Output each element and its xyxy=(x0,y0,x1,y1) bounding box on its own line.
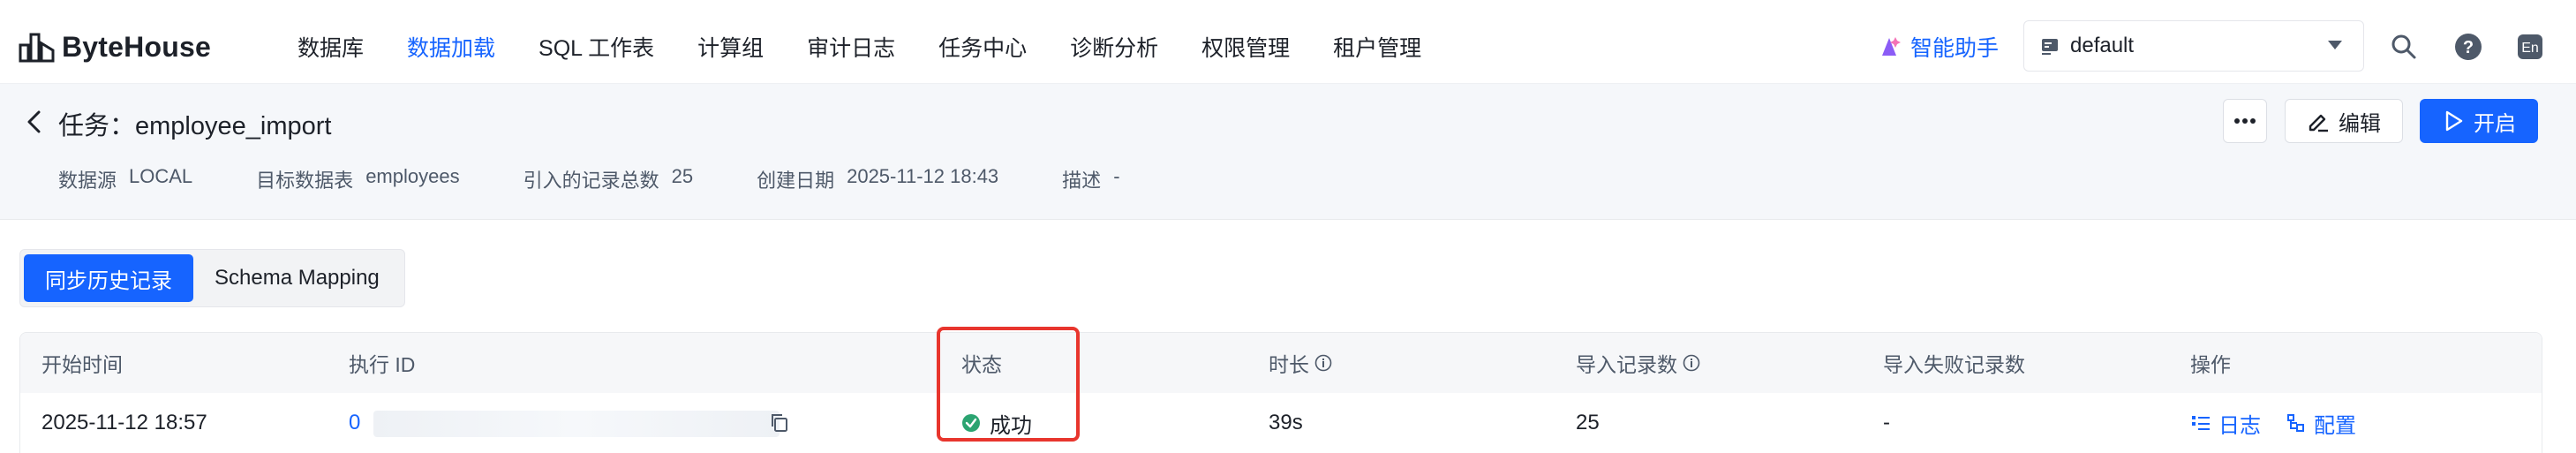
database-select[interactable]: default xyxy=(2023,20,2364,72)
copy-icon[interactable] xyxy=(769,412,790,434)
column-header-label: 状态 xyxy=(961,353,1002,376)
task-meta: 数据源 LOCAL 目标数据表 employees 引入的记录总数 25 创建日… xyxy=(58,165,1184,193)
nav-item-database[interactable]: 数据库 xyxy=(298,31,364,63)
search-button[interactable] xyxy=(2387,30,2421,64)
language-icon: En xyxy=(2518,34,2542,59)
column-header-failed: 导入失败记录数 xyxy=(1883,333,2025,393)
bytehouse-logo-icon xyxy=(19,33,55,63)
column-header-status: 状态 xyxy=(961,333,1002,393)
more-actions-button[interactable] xyxy=(2223,99,2267,143)
meta-target-label: 目标数据表 xyxy=(256,170,354,192)
status-badge: 成功 xyxy=(990,413,1032,438)
help-glyph: ? xyxy=(2463,38,2474,57)
column-header-label: 开始时间 xyxy=(41,353,123,376)
chevron-down-icon xyxy=(2328,41,2342,49)
column-header-operations: 操作 xyxy=(2190,333,2231,393)
info-icon[interactable] xyxy=(1314,354,1332,372)
cell-failed: - xyxy=(1883,411,1890,434)
language-label: En xyxy=(2521,41,2539,56)
nav-item-compute-group[interactable]: 计算组 xyxy=(697,31,764,63)
language-button[interactable]: En xyxy=(2513,30,2547,64)
meta-created-label: 创建日期 xyxy=(757,170,835,192)
cell-exec-id[interactable]: 0 xyxy=(349,393,360,453)
nav-item-task-center[interactable]: 任务中心 xyxy=(938,31,1027,63)
exec-id-redaction xyxy=(373,411,780,437)
ai-assistant-button[interactable]: 智能助手 xyxy=(1877,28,1999,65)
table-header: 开始时间 执行 ID 状态 时长 导入记录数 导入失败记录数 操作 xyxy=(20,333,2542,393)
cell-status: 成功 xyxy=(961,393,1032,453)
start-button-label: 开启 xyxy=(2474,111,2516,136)
log-icon xyxy=(2192,416,2210,430)
tab-sync-history[interactable]: 同步历史记录 xyxy=(24,254,193,302)
cell-imported: 25 xyxy=(1576,411,1600,434)
edit-button-label: 编辑 xyxy=(2339,111,2381,136)
nav-item-diagnostics[interactable]: 诊断分析 xyxy=(1070,31,1158,63)
task-header: 任务：employee_import 数据源 LOCAL 目标数据表 emplo… xyxy=(0,84,2576,220)
column-header-label: 导入记录数 xyxy=(1576,353,1677,376)
database-select-value: default xyxy=(2070,34,2135,57)
column-header-start-time: 开始时间 xyxy=(41,333,123,393)
column-header-label: 执行 ID xyxy=(349,353,416,376)
ai-assistant-label: 智能助手 xyxy=(1910,36,2000,61)
page-title: 任务：employee_import xyxy=(58,112,332,140)
view-log-link[interactable]: 日志 xyxy=(2190,408,2261,439)
database-icon xyxy=(2042,39,2058,55)
view-log-label: 日志 xyxy=(2218,413,2261,438)
meta-target-value: employees xyxy=(365,165,460,187)
cell-operations: 日志 配置 xyxy=(2190,393,2381,453)
info-icon[interactable] xyxy=(1683,354,1700,372)
cell-start-time: 2025-11-12 18:57 xyxy=(41,411,207,434)
bytehouse-logo[interactable]: ByteHouse xyxy=(18,26,211,67)
back-arrow-icon[interactable] xyxy=(21,109,48,135)
nav-item-permissions[interactable]: 权限管理 xyxy=(1201,31,1290,63)
help-button[interactable]: ? xyxy=(2452,30,2485,64)
meta-source-label: 数据源 xyxy=(58,170,117,192)
sync-history-table: 开始时间 执行 ID 状态 时长 导入记录数 导入失败记录数 操作 2025-1… xyxy=(19,332,2542,453)
column-header-label: 导入失败记录数 xyxy=(1883,353,2025,376)
column-header-exec-id: 执行 ID xyxy=(349,333,415,393)
column-header-duration: 时长 xyxy=(1269,333,1332,393)
main-nav: 数据库 数据加载 SQL 工作表 计算组 审计日志 任务中心 诊断分析 权限管理… xyxy=(298,11,1465,83)
table-row: 2025-11-12 18:57 0 成功 39s 25 - 日志 配置 xyxy=(20,393,2542,453)
check-circle-icon xyxy=(962,414,980,432)
nav-item-audit-log[interactable]: 审计日志 xyxy=(807,31,895,63)
logo-text: ByteHouse xyxy=(62,30,211,63)
cell-duration: 39s xyxy=(1269,411,1303,434)
edit-icon xyxy=(2309,114,2328,132)
view-tabs: 同步历史记录 Schema Mapping xyxy=(19,249,405,307)
meta-desc-value: - xyxy=(1113,165,1120,187)
nav-item-tenant-management[interactable]: 租户管理 xyxy=(1333,31,1421,63)
help-icon: ? xyxy=(2455,34,2482,60)
more-icon xyxy=(2234,118,2256,124)
search-icon xyxy=(2391,34,2416,59)
view-config-label: 配置 xyxy=(2314,413,2356,438)
meta-source-value: LOCAL xyxy=(129,165,193,187)
nav-item-sql-worksheet[interactable]: SQL 工作表 xyxy=(539,31,654,63)
sparkle-icon xyxy=(1882,37,1901,56)
column-header-label: 时长 xyxy=(1269,353,1309,376)
start-button[interactable]: 开启 xyxy=(2420,99,2538,143)
meta-count-value: 25 xyxy=(671,165,694,187)
config-icon xyxy=(2287,414,2304,432)
tab-schema-mapping[interactable]: Schema Mapping xyxy=(193,254,401,302)
meta-count-label: 引入的记录总数 xyxy=(523,170,659,192)
play-icon xyxy=(2445,110,2463,132)
meta-created-value: 2025-11-12 18:43 xyxy=(847,165,999,187)
edit-button[interactable]: 编辑 xyxy=(2285,99,2403,143)
nav-item-data-loading[interactable]: 数据加载 xyxy=(407,31,495,63)
column-header-label: 操作 xyxy=(2190,353,2231,376)
top-navigation-bar: ByteHouse 数据库 数据加载 SQL 工作表 计算组 审计日志 任务中心… xyxy=(0,11,2576,84)
column-header-imported: 导入记录数 xyxy=(1576,333,1700,393)
meta-desc-label: 描述 xyxy=(1062,170,1102,192)
view-config-link[interactable]: 配置 xyxy=(2286,408,2356,439)
